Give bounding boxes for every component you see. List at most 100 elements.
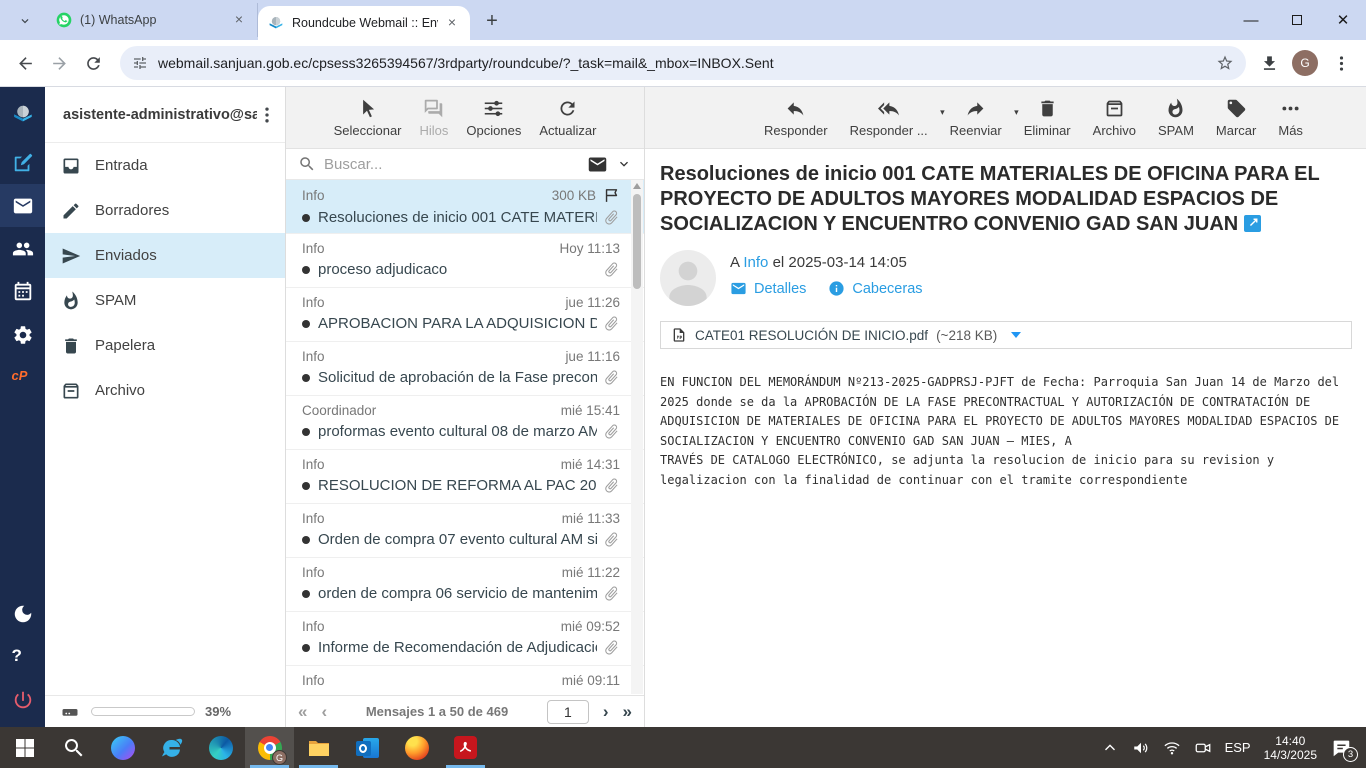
forward-button[interactable] [42,46,76,80]
message-row[interactable]: Info mié 11:22 orden de compra 06 servic… [286,558,644,612]
actualizar-button[interactable]: Actualizar ▾ [530,98,605,138]
back-button[interactable] [8,46,42,80]
rail-calendar[interactable] [0,270,45,313]
sidebar-folder-enviados[interactable]: Enviados [45,233,285,278]
next-page-button[interactable]: › [603,702,609,722]
attachment-name[interactable]: CATE01 RESOLUCIÓN DE INICIO.pdf [695,328,928,343]
browser-tab-roundcube[interactable]: Roundcube Webmail :: Enviados × [258,6,470,40]
unread-dot [302,428,310,436]
sidebar-folder-spam[interactable]: SPAM [45,278,285,323]
message-body: EN FUNCION DEL MEMORÁNDUM Nº213-2025-GAD… [660,373,1352,490]
paperclip-icon [603,423,620,440]
page-number-input[interactable] [547,700,589,724]
rail-help[interactable]: ? [0,635,45,678]
search-options-chevron-icon[interactable] [616,156,632,172]
sidebar-folder-entrada[interactable]: Entrada [45,143,285,188]
rail-contacts[interactable] [0,227,45,270]
last-page-button[interactable]: » [623,702,632,722]
search-input[interactable] [324,156,579,173]
window-restore-button[interactable] [1274,0,1320,40]
rail-settings[interactable] [0,313,45,356]
marcar-button[interactable]: Marcar ▾ [1205,98,1267,138]
rail-compose[interactable] [0,141,45,184]
responder-button[interactable]: Responder ▾ [753,98,839,138]
volume-icon[interactable] [1132,739,1150,757]
open-in-new-window-icon[interactable] [1244,215,1261,232]
first-page-button[interactable]: « [298,702,307,722]
taskbar-start[interactable] [0,727,49,768]
archive-icon [61,381,81,401]
taskbar-chrome[interactable]: G [245,727,294,768]
details-link[interactable]: Detalles [730,280,806,297]
tab-search-button[interactable] [10,7,40,35]
recipient-link[interactable]: Info [743,254,768,271]
spam-button[interactable]: SPAM ▾ [1147,98,1205,138]
taskbar-file-explorer[interactable] [294,727,343,768]
pdf-file-icon [671,327,687,343]
keyboard-language[interactable]: ESP [1225,740,1251,755]
bookmark-star-icon[interactable] [1216,54,1234,72]
downloads-button[interactable] [1252,46,1286,80]
rail-logout[interactable] [0,678,45,721]
search-scope-mail-icon[interactable] [587,154,608,175]
list-scrollbar[interactable] [631,180,643,694]
tab-close-icon[interactable]: × [231,12,247,28]
rail-cpanel[interactable]: cP [0,356,45,399]
account-menu-icon[interactable] [257,105,277,125]
eliminar-button[interactable]: Eliminar ▾ [1013,98,1082,138]
message-row[interactable]: Info jue 11:16 Solicitud de aprobación d… [286,342,644,396]
browser-menu-button[interactable] [1324,46,1358,80]
rail-roundcube-logo[interactable] [0,87,45,141]
download-icon [1260,54,1279,73]
archivo-button[interactable]: Archivo ▾ [1082,98,1147,138]
message-row[interactable]: Info mié 11:33 Orden de compra 07 evento… [286,504,644,558]
headers-link[interactable]: Cabeceras [828,280,922,297]
window-close-button[interactable]: ✕ [1320,0,1366,40]
m-s-button[interactable]: Más ▾ [1267,98,1314,138]
meet-now-icon[interactable] [1194,739,1212,757]
message-row[interactable]: Info 300 KB Resoluciones de inicio 001 C… [286,180,644,234]
browser-profile-avatar[interactable]: G [1292,50,1318,76]
site-settings-icon[interactable] [132,55,148,71]
taskbar-outlook[interactable] [343,727,392,768]
message-sender: Info [302,295,565,310]
tray-expand-icon[interactable] [1101,739,1119,757]
rail-mail[interactable] [0,184,45,227]
scrollbar-thumb[interactable] [633,194,641,289]
clock[interactable]: 14:40 14/3/2025 [1264,734,1317,762]
wifi-icon[interactable] [1163,739,1181,757]
address-bar[interactable]: webmail.sanjuan.gob.ec/cpsess3265394567/… [120,46,1246,80]
taskbar-acrobat[interactable] [441,727,490,768]
flag-icon[interactable] [603,187,620,204]
reenviar-button[interactable]: Reenviar ▾ [939,98,1013,138]
message-row[interactable]: Info mié 14:31 RESOLUCION DE REFORMA AL … [286,450,644,504]
sidebar-folder-borradores[interactable]: Borradores [45,188,285,233]
message-row[interactable]: Info mié 09:52 Informe de Recomendación … [286,612,644,666]
attachment-bar[interactable]: CATE01 RESOLUCIÓN DE INICIO.pdf (~218 KB… [660,321,1352,349]
sidebar-folder-archivo[interactable]: Archivo [45,368,285,413]
scroll-up-arrow[interactable] [633,183,641,189]
message-row[interactable]: Info mié 09:11 [286,666,644,695]
notification-center-button[interactable]: 3 [1330,737,1354,759]
rail-dark-mode[interactable] [0,592,45,635]
reload-button[interactable] [76,46,110,80]
taskbar-edge[interactable] [196,727,245,768]
responder-button[interactable]: Responder ... ▾ [839,98,939,138]
taskbar-internet-explorer[interactable] [147,727,196,768]
message-row[interactable]: Info Hoy 11:13 proceso adjudicaco [286,234,644,288]
taskbar-firefox[interactable] [392,727,441,768]
window-minimize-button[interactable]: — [1228,0,1274,40]
sidebar-folder-papelera[interactable]: Papelera [45,323,285,368]
opciones-button[interactable]: Opciones ▾ [457,98,530,138]
taskbar-taskbar-search[interactable] [49,727,98,768]
new-tab-button[interactable]: + [478,7,506,35]
attachment-dropdown-icon[interactable] [1011,332,1021,338]
taskbar-copilot[interactable] [98,727,147,768]
attachment-size: (~218 KB) [936,328,997,343]
message-row[interactable]: Info jue 11:26 APROBACION PARA LA ADQUIS… [286,288,644,342]
tab-close-icon[interactable]: × [444,15,460,31]
message-row[interactable]: Coordinador mié 15:41 proformas evento c… [286,396,644,450]
seleccionar-button[interactable]: Seleccionar ▾ [325,98,411,138]
browser-tab-whatsapp[interactable]: (1) WhatsApp × [46,3,258,37]
hilos-button[interactable]: Hilos ▾ [411,98,458,138]
